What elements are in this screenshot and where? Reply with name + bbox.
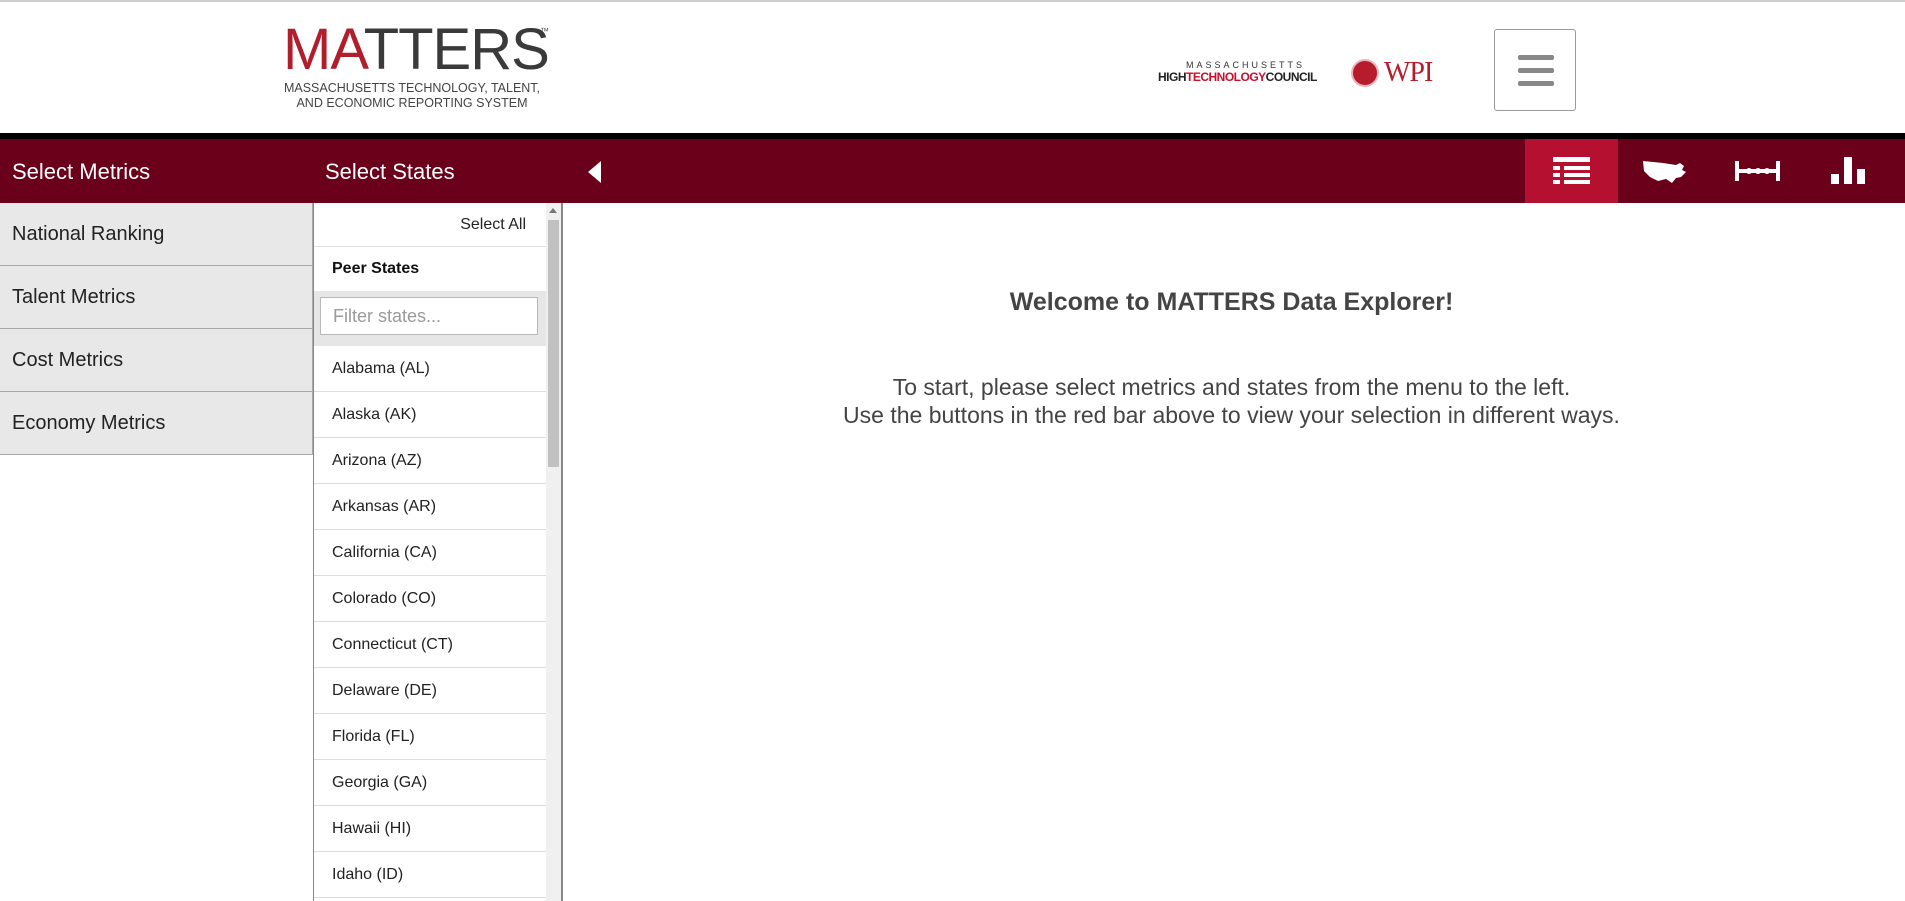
filter-states-input[interactable] xyxy=(320,297,538,335)
table-icon xyxy=(1553,157,1590,184)
instructions: To start, please select metrics and stat… xyxy=(843,374,1620,428)
scroll-thumb[interactable] xyxy=(548,220,559,467)
wpi-seal-icon xyxy=(1351,59,1379,87)
states-list: Select All Peer States Alabama (AL) Alas… xyxy=(314,203,546,898)
logo-subtitle: MASSACHUSETTS TECHNOLOGY, TALENT, AND EC… xyxy=(283,81,541,110)
caret-left-icon[interactable] xyxy=(588,161,601,183)
scroll-up-arrow-icon[interactable] xyxy=(549,208,557,213)
state-item[interactable]: Hawaii (HI) xyxy=(314,806,546,852)
metric-cost[interactable]: Cost Metrics xyxy=(0,329,313,392)
states-scrollbar[interactable] xyxy=(546,203,561,901)
hamburger-menu-icon xyxy=(1518,55,1554,60)
us-map-icon xyxy=(1643,161,1686,183)
state-item[interactable]: California (CA) xyxy=(314,530,546,576)
table-view-button[interactable] xyxy=(1525,139,1618,203)
state-item[interactable]: Colorado (CO) xyxy=(314,576,546,622)
matters-logo[interactable]: MATTERS ™ MASSACHUSETTS TECHNOLOGY, TALE… xyxy=(283,17,563,122)
site-header: MATTERS ™ MASSACHUSETTS TECHNOLOGY, TALE… xyxy=(0,2,1905,133)
logo-wordmark: MATTERS xyxy=(283,17,550,82)
peer-states-option[interactable]: Peer States xyxy=(314,247,546,291)
select-states-title: Select States xyxy=(325,159,455,184)
metric-economy[interactable]: Economy Metrics xyxy=(0,392,313,455)
welcome-heading: Welcome to MATTERS Data Explorer! xyxy=(1009,288,1454,316)
state-item[interactable]: Idaho (ID) xyxy=(314,852,546,898)
state-item[interactable]: Georgia (GA) xyxy=(314,760,546,806)
metric-national-ranking[interactable]: National Ranking xyxy=(0,203,313,266)
select-metrics-title: Select Metrics xyxy=(12,159,151,184)
filter-wrapper xyxy=(314,291,546,346)
wpi-logo[interactable]: WPI xyxy=(1351,57,1441,91)
hamburger-menu-button[interactable] xyxy=(1494,29,1576,111)
range-line-icon xyxy=(1735,161,1780,181)
map-view-button[interactable] xyxy=(1618,139,1711,203)
state-item[interactable]: Arizona (AZ) xyxy=(314,438,546,484)
state-item[interactable]: Alaska (AK) xyxy=(314,392,546,438)
state-item[interactable]: Connecticut (CT) xyxy=(314,622,546,668)
mass-high-tech-council-logo[interactable]: MASSACHUSETTS HIGHTECHNOLOGYCOUNCIL xyxy=(1158,60,1333,84)
states-panel: Select All Peer States Alabama (AL) Alas… xyxy=(313,203,563,901)
main-content: Welcome to MATTERS Data Explorer! To sta… xyxy=(563,203,1905,901)
bar-chart-icon xyxy=(1831,157,1865,184)
logo-trademark: ™ xyxy=(540,26,549,36)
state-item[interactable]: Florida (FL) xyxy=(314,714,546,760)
select-all-button[interactable]: Select All xyxy=(314,203,546,247)
range-view-button[interactable] xyxy=(1711,139,1804,203)
bar-chart-view-button[interactable] xyxy=(1804,139,1897,203)
state-item[interactable]: Delaware (DE) xyxy=(314,668,546,714)
toolbar: Select Metrics Select States xyxy=(0,139,1905,203)
state-item[interactable]: Alabama (AL) xyxy=(314,346,546,392)
metric-talent[interactable]: Talent Metrics xyxy=(0,266,313,329)
state-item[interactable]: Arkansas (AR) xyxy=(314,484,546,530)
metrics-panel: National Ranking Talent Metrics Cost Met… xyxy=(0,203,313,455)
